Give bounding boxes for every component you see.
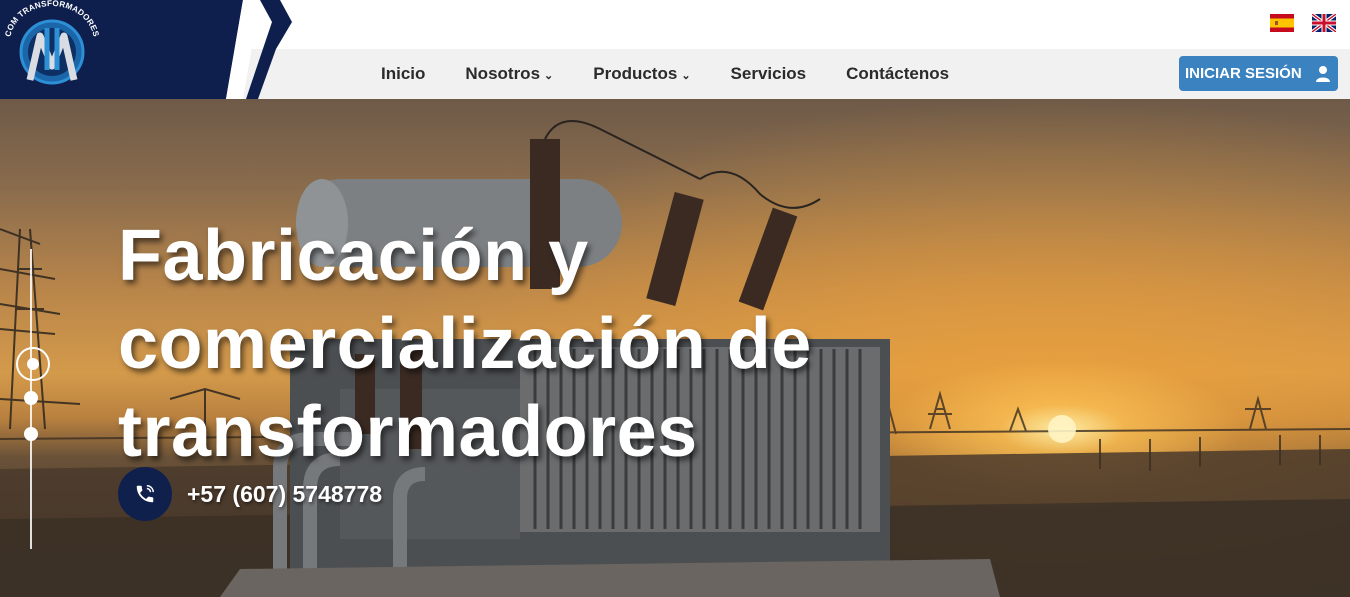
slider-dot[interactable] [24,427,38,441]
hero-banner: Fabricación y comercialización de transf… [0,99,1350,597]
slider-dot-active[interactable] [16,347,50,381]
nav-item-servicios[interactable]: Servicios [731,64,807,84]
site-header: COM TRANSFORMADORES Inicio Nosotros ⌄ Pr… [0,0,1350,99]
spain-flag-icon[interactable] [1270,14,1294,32]
login-button[interactable]: INICIAR SESIÓN [1179,56,1338,91]
phone-icon [136,485,154,503]
nav-item-nosotros[interactable]: Nosotros ⌄ [465,64,553,84]
nav-item-label: Servicios [730,64,807,83]
user-icon [1316,66,1330,82]
hero-title: Fabricación y comercialización de transf… [118,216,812,472]
company-logo-emblem: COM TRANSFORMADORES [3,0,100,85]
nav-item-label: Contáctenos [846,64,950,83]
chevron-down-icon: ⌄ [544,69,554,82]
chevron-down-icon: ⌄ [681,69,691,82]
language-switcher [1270,14,1336,32]
uk-flag-icon[interactable] [1312,14,1336,32]
phone-number[interactable]: +57 (607) 5748778 [187,481,382,508]
nav-item-productos[interactable]: Productos ⌄ [593,64,690,84]
login-button-label: INICIAR SESIÓN [1185,65,1302,82]
phone-button[interactable] [118,467,172,521]
main-nav: Inicio Nosotros ⌄ Productos ⌄ Servicios … [363,49,989,99]
nav-item-contactenos[interactable]: Contáctenos [846,64,949,84]
nav-item-inicio[interactable]: Inicio [381,64,425,84]
nav-item-label: Productos [593,64,678,83]
slider-dot[interactable] [24,391,38,405]
nav-item-label: Inicio [381,64,426,83]
logo-block[interactable]: COM TRANSFORMADORES [0,0,300,99]
nav-item-label: Nosotros [465,64,541,83]
